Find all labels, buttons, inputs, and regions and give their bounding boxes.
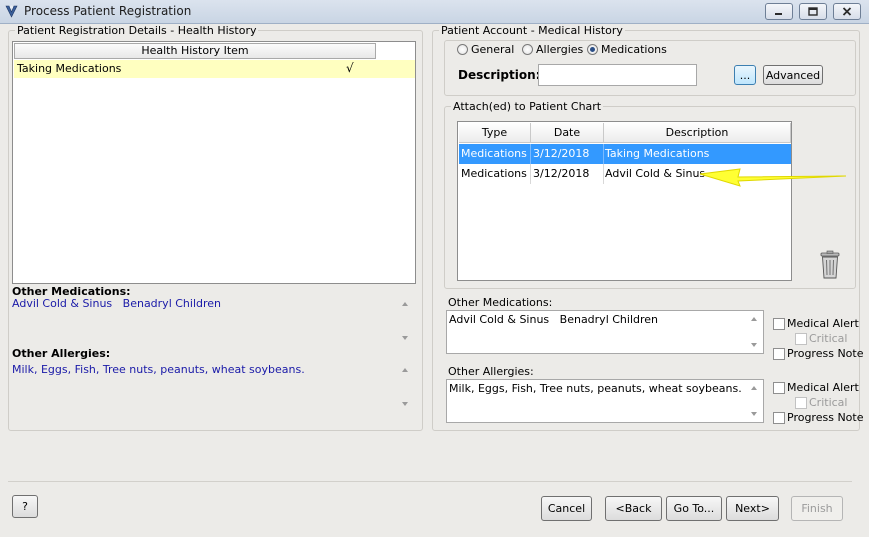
right-other-medications-field[interactable]: Advil Cold & Sinus Benadryl Children xyxy=(446,310,764,354)
maximize-button[interactable] xyxy=(799,3,827,20)
scroll-up-icon[interactable] xyxy=(402,302,408,306)
annotation-arrow-icon xyxy=(699,168,847,187)
checkbox-box[interactable] xyxy=(773,411,785,424)
allergy-medical-alert-checkbox[interactable]: Medical Alert xyxy=(773,381,859,394)
patient-chart-grid[interactable]: Type Date Description Medications 3/12/2… xyxy=(457,121,792,281)
critical-label: Critical xyxy=(809,396,848,409)
right-other-medications-label: Other Medications: xyxy=(448,296,553,309)
progress-note-label: Progress Note xyxy=(787,411,864,424)
checkmark-icon: √ xyxy=(346,61,354,75)
title-bar: Process Patient Registration xyxy=(0,0,869,24)
scroll-down-icon[interactable] xyxy=(402,336,408,340)
browse-button[interactable]: ... xyxy=(734,65,756,85)
cell-type: Medications xyxy=(461,167,527,180)
other-allergies-label: Other Allergies: xyxy=(12,347,111,360)
scroll-down-icon[interactable] xyxy=(402,402,408,406)
close-button[interactable] xyxy=(833,3,861,20)
radio-allergies[interactable]: Allergies xyxy=(522,43,583,56)
radio-general-label: General xyxy=(471,43,515,56)
footer-divider xyxy=(8,481,852,482)
cell-date: 3/12/2018 xyxy=(533,167,590,180)
right-other-allergies-text: Milk, Eggs, Fish, Tree nuts, peanuts, wh… xyxy=(449,382,742,395)
other-allergies-text: Milk, Eggs, Fish, Tree nuts, peanuts, wh… xyxy=(12,363,305,376)
radio-medications[interactable]: Medications xyxy=(587,43,667,56)
progress-note-label: Progress Note xyxy=(787,347,864,360)
goto-button[interactable]: Go To... xyxy=(666,496,722,521)
medical-alert-label: Medical Alert xyxy=(787,381,859,394)
back-button[interactable]: <Back xyxy=(605,496,662,521)
next-button[interactable]: Next> xyxy=(726,496,779,521)
right-other-medications-scrollbar[interactable] xyxy=(749,311,763,353)
maximize-icon xyxy=(808,7,818,16)
other-medications-text: Advil Cold & Sinus Benadryl Children xyxy=(12,297,222,310)
minimize-button[interactable] xyxy=(765,3,793,20)
left-group-title: Patient Registration Details - Health Hi… xyxy=(15,24,259,37)
window-title: Process Patient Registration xyxy=(24,4,192,18)
description-label: Description: xyxy=(458,68,541,82)
cell-divider xyxy=(530,164,531,184)
right-group-title: Patient Account - Medical History xyxy=(439,24,625,37)
allergy-critical-checkbox[interactable]: Critical xyxy=(795,396,847,409)
help-button[interactable]: ? xyxy=(12,495,38,518)
cancel-button[interactable]: Cancel xyxy=(541,496,592,521)
chart-group-title: Attach(ed) to Patient Chart xyxy=(451,100,604,113)
health-history-list[interactable]: Health History Item Taking Medications √ xyxy=(12,41,416,284)
app-icon xyxy=(5,5,18,18)
cell-divider xyxy=(603,164,604,184)
checkbox-box[interactable] xyxy=(795,332,807,345)
radio-general[interactable]: General xyxy=(457,43,514,56)
health-history-item: Taking Medications xyxy=(17,62,122,75)
cell-divider xyxy=(603,144,604,164)
close-icon xyxy=(842,7,852,16)
cell-date: 3/12/2018 xyxy=(533,147,590,160)
scroll-down-icon[interactable] xyxy=(751,412,757,416)
health-history-column-header[interactable]: Health History Item xyxy=(14,43,376,59)
advanced-button[interactable]: Advanced xyxy=(763,65,823,85)
column-header-description[interactable]: Description xyxy=(604,123,791,143)
medication-critical-checkbox[interactable]: Critical xyxy=(795,332,847,345)
scroll-up-icon[interactable] xyxy=(751,386,757,390)
scroll-up-icon[interactable] xyxy=(751,317,757,321)
radio-button[interactable] xyxy=(457,44,468,55)
checkbox-box[interactable] xyxy=(795,396,807,409)
right-other-allergies-label: Other Allergies: xyxy=(448,365,534,378)
right-other-medications-text: Advil Cold & Sinus Benadryl Children xyxy=(449,313,659,326)
checkbox-box[interactable] xyxy=(773,347,785,360)
column-header-date[interactable]: Date xyxy=(531,123,604,143)
health-history-row[interactable]: Taking Medications √ xyxy=(14,60,415,78)
checkbox-box[interactable] xyxy=(773,381,785,394)
trash-can-icon[interactable] xyxy=(819,250,841,280)
other-allergies-scrollbar[interactable] xyxy=(400,362,414,412)
cell-divider xyxy=(530,144,531,164)
critical-label: Critical xyxy=(809,332,848,345)
finish-button[interactable]: Finish xyxy=(791,496,843,521)
minimize-icon xyxy=(775,13,782,15)
right-other-allergies-field[interactable]: Milk, Eggs, Fish, Tree nuts, peanuts, wh… xyxy=(446,379,764,423)
radio-allergies-label: Allergies xyxy=(536,43,584,56)
checkbox-box[interactable] xyxy=(773,317,785,330)
radio-button[interactable] xyxy=(522,44,533,55)
medical-alert-label: Medical Alert xyxy=(787,317,859,330)
radio-button-selected[interactable] xyxy=(587,44,598,55)
scroll-up-icon[interactable] xyxy=(402,368,408,372)
right-other-allergies-scrollbar[interactable] xyxy=(749,380,763,422)
allergy-progress-note-checkbox[interactable]: Progress Note xyxy=(773,411,863,424)
medication-progress-note-checkbox[interactable]: Progress Note xyxy=(773,347,863,360)
other-medications-scrollbar[interactable] xyxy=(400,296,414,346)
scroll-down-icon[interactable] xyxy=(751,343,757,347)
cell-type: Medications xyxy=(461,147,527,160)
column-header-type[interactable]: Type xyxy=(459,123,531,143)
description-input[interactable] xyxy=(538,64,697,86)
cell-description: Taking Medications xyxy=(605,147,710,160)
radio-medications-label: Medications xyxy=(601,43,667,56)
medication-medical-alert-checkbox[interactable]: Medical Alert xyxy=(773,317,859,330)
